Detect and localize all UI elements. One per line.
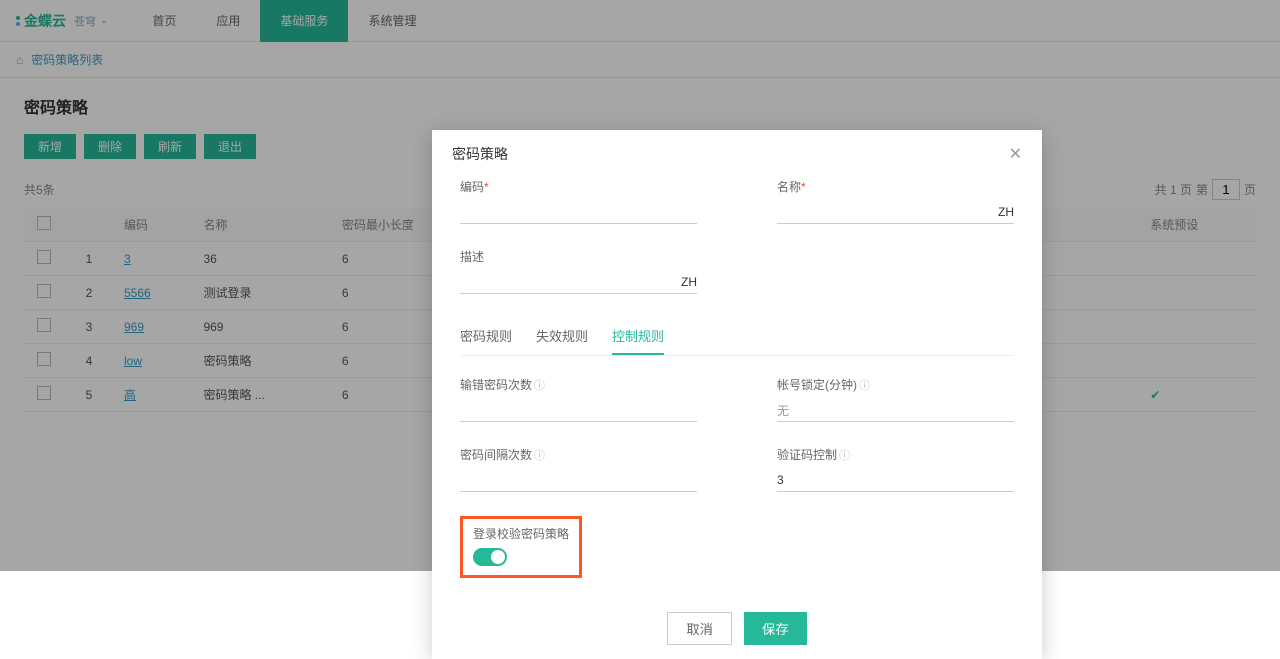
help-icon[interactable]: ⓘ <box>839 450 850 462</box>
captcha-label: 验证码控制ⓘ <box>777 446 1014 463</box>
close-icon[interactable]: ✕ <box>1009 144 1022 164</box>
save-button[interactable]: 保存 <box>744 612 807 645</box>
interval-input[interactable] <box>460 469 697 492</box>
highlight-box: 登录校验密码策略 <box>460 516 582 578</box>
lock-mins-label: 帐号锁定(分钟)ⓘ <box>777 376 1014 393</box>
desc-label: 描述 <box>460 248 697 265</box>
code-label: 编码* <box>460 178 697 195</box>
help-icon[interactable]: ⓘ <box>534 450 545 462</box>
cancel-button[interactable]: 取消 <box>667 612 732 645</box>
captcha-input[interactable] <box>777 469 1014 492</box>
help-icon[interactable]: ⓘ <box>859 380 870 392</box>
desc-input[interactable] <box>460 271 697 294</box>
name-input[interactable] <box>777 201 1014 224</box>
code-input[interactable] <box>460 201 697 224</box>
password-policy-modal: 密码策略 ✕ 编码* 名称* 描述 密码规则 失效规则 控制规则 <box>432 130 1042 659</box>
login-verify-toggle[interactable] <box>473 548 507 566</box>
wrong-count-label: 输错密码次数ⓘ <box>460 376 697 393</box>
interval-label: 密码间隔次数ⓘ <box>460 446 697 463</box>
tab-expire-rules[interactable]: 失效规则 <box>536 318 588 355</box>
help-icon[interactable]: ⓘ <box>534 380 545 392</box>
lock-mins-input[interactable] <box>777 399 1014 422</box>
modal-title: 密码策略 <box>452 144 508 164</box>
wrong-count-input[interactable] <box>460 399 697 422</box>
login-verify-label: 登录校验密码策略 <box>473 525 569 542</box>
name-label: 名称* <box>777 178 1014 195</box>
tab-password-rules[interactable]: 密码规则 <box>460 318 512 355</box>
tab-control-rules[interactable]: 控制规则 <box>612 318 664 355</box>
